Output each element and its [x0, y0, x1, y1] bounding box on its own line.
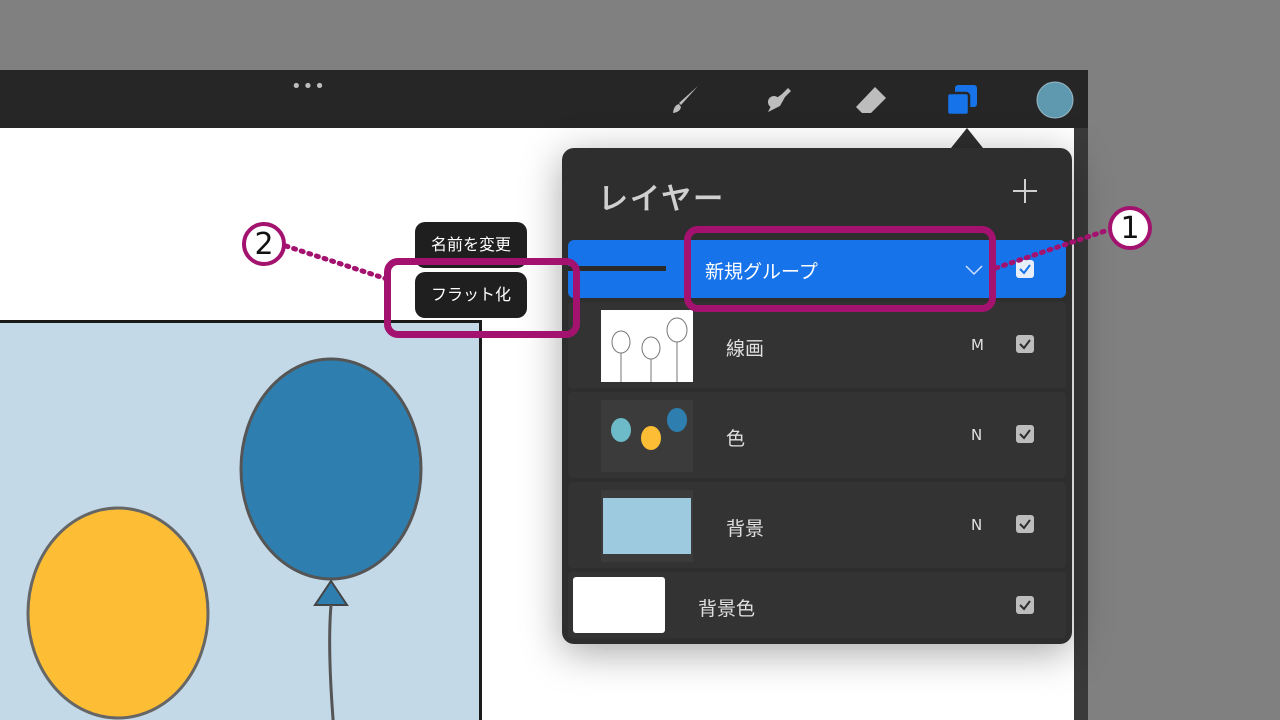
step-2-marker: 2	[242, 222, 286, 266]
step-1-marker: 1	[1108, 206, 1152, 250]
layer-thumbnail	[601, 310, 693, 382]
layer-visibility-checkbox[interactable]	[1016, 335, 1034, 353]
layer-row-background[interactable]: 背景 N	[568, 482, 1066, 568]
background-color-swatch[interactable]	[573, 577, 665, 633]
layer-visibility-checkbox[interactable]	[1016, 596, 1034, 614]
check-icon	[1019, 600, 1031, 611]
side-ruler	[1074, 128, 1088, 720]
layers-icon[interactable]	[942, 80, 982, 120]
layer-row-color[interactable]: 色 N	[568, 392, 1066, 478]
layer-visibility-checkbox[interactable]	[1016, 425, 1034, 443]
check-icon	[1019, 429, 1031, 440]
layer-row-background-color[interactable]: 背景色	[568, 572, 1066, 638]
eraser-icon[interactable]	[851, 80, 891, 120]
blend-mode-button[interactable]: N	[971, 516, 982, 534]
highlight-flatten-item	[384, 258, 580, 338]
layer-visibility-checkbox[interactable]	[1016, 515, 1034, 533]
brush-icon[interactable]	[665, 80, 705, 120]
plus-icon	[1013, 179, 1037, 203]
blend-mode-button[interactable]: N	[971, 426, 982, 444]
panel-pointer	[951, 128, 983, 148]
layer-name: 線画	[726, 338, 765, 360]
group-indicator-icon	[568, 266, 666, 271]
top-toolbar: •••	[0, 70, 1088, 128]
check-icon	[1019, 339, 1031, 350]
artwork-frame	[0, 320, 482, 720]
layer-row-lineart[interactable]: 線画 M	[568, 302, 1066, 388]
check-icon	[1019, 519, 1031, 530]
layer-name: 背景	[726, 518, 765, 540]
balloons-illustration	[26, 357, 423, 720]
layer-name: 背景色	[698, 598, 756, 620]
more-options-icon[interactable]: •••	[291, 78, 326, 96]
layer-thumbnail	[601, 400, 693, 472]
layers-panel: レイヤー 新規グループ 線画 M 色 N 背景 N 背景色	[562, 148, 1072, 644]
add-layer-button[interactable]	[1008, 174, 1042, 208]
smudge-icon[interactable]	[758, 80, 798, 120]
highlight-group-row	[684, 226, 996, 312]
check-icon	[1019, 264, 1031, 275]
color-icon[interactable]	[1035, 80, 1075, 120]
panel-title: レイヤー	[598, 182, 726, 217]
layer-name: 色	[726, 428, 746, 450]
layer-thumbnail	[601, 490, 693, 562]
blend-mode-button[interactable]: M	[971, 336, 984, 354]
group-visibility-checkbox[interactable]	[1016, 260, 1034, 278]
